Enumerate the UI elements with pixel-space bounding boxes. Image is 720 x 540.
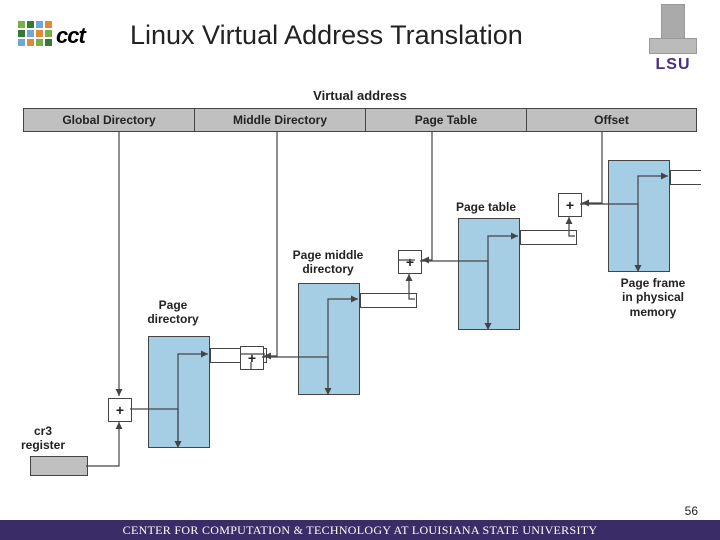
slide-header: cct Linux Virtual Address Translation LS… bbox=[0, 0, 720, 80]
page-middle-directory-entry bbox=[360, 293, 417, 308]
page-table-box bbox=[458, 218, 520, 330]
page-table-entry bbox=[520, 230, 577, 245]
label-page-table: Page table bbox=[451, 200, 521, 214]
cct-logo-text: cct bbox=[56, 23, 85, 49]
va-seg-middle: Middle Directory bbox=[195, 109, 366, 131]
label-page-directory: Page directory bbox=[138, 298, 208, 327]
virtual-address-heading: Virtual address bbox=[313, 88, 407, 103]
diagram-arrows bbox=[18, 88, 702, 488]
label-page-frame: Page frame in physical memory bbox=[608, 276, 698, 319]
plus-cr3-plus-global: + bbox=[108, 398, 132, 422]
page-frame-entry bbox=[670, 170, 701, 185]
va-seg-pagetable: Page Table bbox=[366, 109, 527, 131]
plus-pte-plus-offset: + bbox=[558, 193, 582, 217]
plus-mid-plus-pte: + bbox=[398, 250, 422, 274]
cct-logo: cct bbox=[18, 15, 118, 55]
label-page-middle-directory: Page middle directory bbox=[283, 248, 373, 277]
va-seg-offset: Offset bbox=[527, 109, 696, 131]
va-seg-global: Global Directory bbox=[24, 109, 195, 131]
footer-text: CENTER FOR COMPUTATION & TECHNOLOGY AT L… bbox=[123, 523, 598, 538]
page-directory-box bbox=[148, 336, 210, 448]
label-cr3: cr3 register bbox=[18, 424, 68, 453]
virtual-address-bar: Global Directory Middle Directory Page T… bbox=[23, 108, 697, 132]
plus-dir-plus-middle: + bbox=[240, 346, 264, 370]
lsu-logo-text: LSU bbox=[644, 56, 702, 74]
page-frame-box bbox=[608, 160, 670, 272]
page-number: 56 bbox=[685, 504, 698, 518]
page-middle-directory-box bbox=[298, 283, 360, 395]
footer-banner: CENTER FOR COMPUTATION & TECHNOLOGY AT L… bbox=[0, 520, 720, 540]
address-translation-diagram: Virtual address Global Directory Middle … bbox=[18, 88, 702, 488]
slide-title: Linux Virtual Address Translation bbox=[130, 20, 523, 51]
cr3-register-box bbox=[30, 456, 88, 476]
lsu-logo: LSU bbox=[644, 4, 702, 76]
